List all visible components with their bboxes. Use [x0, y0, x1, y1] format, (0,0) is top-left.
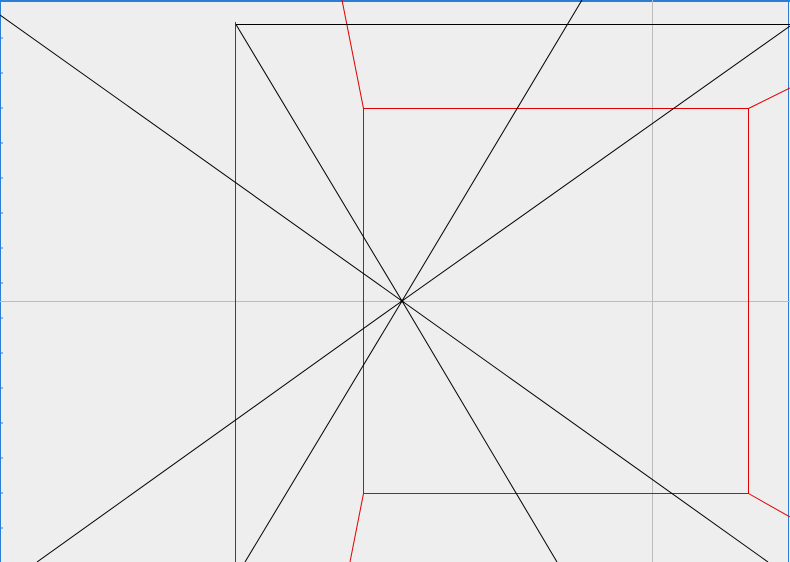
canvas-background [0, 0, 790, 562]
vanishing-point [400, 299, 404, 303]
drawing-surface[interactable] [0, 0, 790, 562]
drawing-canvas[interactable] [0, 0, 790, 562]
